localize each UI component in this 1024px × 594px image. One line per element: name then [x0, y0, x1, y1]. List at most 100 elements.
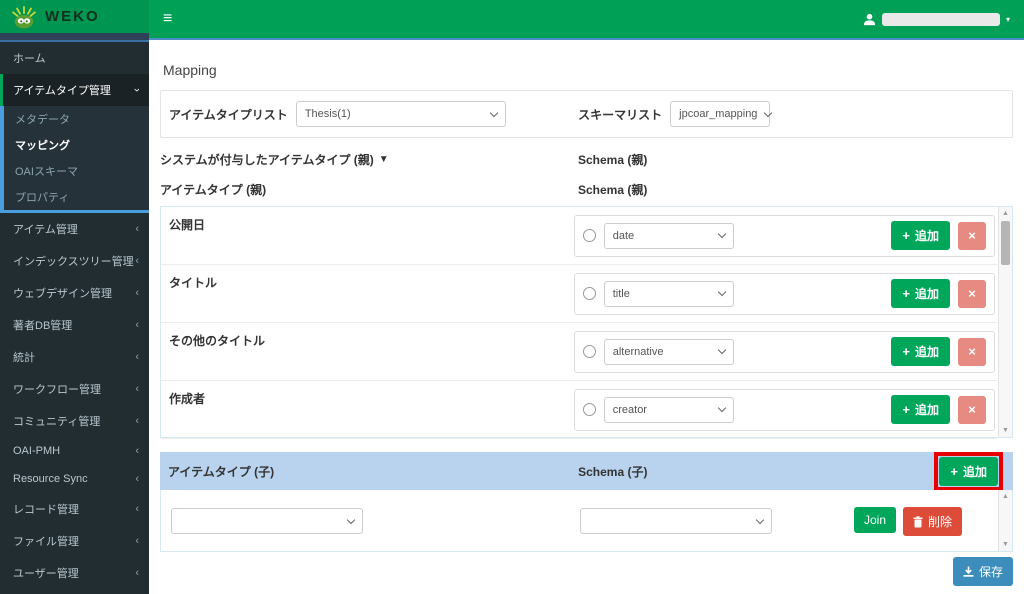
scroll-down-icon[interactable]: ▼ [999, 427, 1012, 434]
brand-text: WEKO [45, 8, 100, 25]
add-button[interactable]: + 追加 [891, 279, 950, 308]
scroll-down-icon[interactable]: ▼ [999, 541, 1012, 548]
weko-logo-icon [12, 5, 36, 28]
sidebar-item-label: 著者DB管理 [13, 320, 73, 332]
row-label: 作成者 [169, 392, 206, 406]
join-button[interactable]: Join [853, 507, 896, 533]
chevron-down-icon [764, 108, 773, 117]
schema-select[interactable]: title [603, 280, 734, 307]
add-button-label: 追加 [914, 345, 939, 359]
add-child-button-label: 追加 [962, 464, 987, 479]
sidebar-item-web-design[interactable]: ウェブデザイン管理 ‹ [0, 277, 149, 309]
mapping-row-title: タイトル title + 追加 × [161, 265, 997, 323]
add-button-label: 追加 [914, 287, 939, 301]
user-menu[interactable]: ▾ [863, 12, 1024, 26]
save-icon [963, 566, 974, 577]
chevron-left-icon: ‹ [135, 445, 139, 457]
itemtype-header-row: アイテムタイプ (親) Schema (親) [160, 181, 1013, 198]
schema-list-select[interactable]: jpcoar_mapping [670, 101, 773, 127]
item-type-list-value: Thesis(1) [304, 108, 351, 120]
chevron-down-icon [717, 345, 726, 355]
sidebar-item-label: ホーム [13, 53, 46, 65]
scrollbar[interactable]: ▲ ▼ [998, 207, 1012, 437]
sidebar-item-oai-pmh[interactable]: OAI-PMH ‹ [0, 437, 149, 465]
radio-button[interactable] [582, 403, 596, 416]
sidebar-item-index-tree[interactable]: インデックスツリー管理 ‹ [0, 245, 149, 277]
remove-button[interactable]: × [958, 337, 986, 366]
close-icon: × [968, 228, 976, 243]
sidebar-item-user-management[interactable]: ユーザー管理 ‹ [0, 557, 149, 589]
mapping-card: title + 追加 × [573, 272, 995, 315]
itemtype-child-select[interactable] [171, 508, 363, 534]
mapping-card: creator + 追加 × [573, 388, 995, 431]
schema-parent-header: Schema (親) [577, 153, 648, 167]
sidebar-item-label: アイテムタイプ管理 [13, 85, 111, 97]
chevron-left-icon: ‹ [135, 567, 139, 579]
sidebar-item-metadata[interactable]: メタデータ [4, 106, 149, 132]
schema-select[interactable]: creator [603, 396, 734, 423]
sidebar-item-label: プロパティ [15, 192, 70, 204]
schema-child-select[interactable] [579, 508, 772, 534]
sidebar-toggle-button[interactable]: ≡ [149, 10, 186, 28]
sidebar-item-item-management[interactable]: アイテム管理 ‹ [0, 213, 149, 245]
save-button[interactable]: 保存 [952, 557, 1013, 586]
add-button[interactable]: + 追加 [891, 337, 950, 366]
add-button-label: 追加 [914, 403, 939, 417]
delete-button[interactable]: 削除 [902, 507, 962, 536]
sidebar-item-home[interactable]: ホーム [0, 42, 149, 74]
item-type-list-select[interactable]: Thesis(1) [295, 101, 506, 127]
scrollbar[interactable]: ▲ ▼ [998, 490, 1012, 551]
sidebar-item-label: ウェブデザイン管理 [13, 288, 112, 300]
add-button[interactable]: + 追加 [891, 395, 950, 424]
sidebar-item-file-management[interactable]: ファイル管理 ‹ [0, 525, 149, 557]
sidebar-item-property[interactable]: プロパティ [4, 184, 149, 210]
sidebar-item-label: ユーザー管理 [13, 568, 79, 580]
child-section-body: Join 削除 ▲ ▼ [160, 490, 1013, 552]
sidebar-item-statistics[interactable]: 統計 ‹ [0, 341, 149, 373]
remove-button[interactable]: × [958, 279, 986, 308]
sidebar-item-label: レコード管理 [13, 504, 79, 516]
radio-button[interactable] [582, 345, 596, 358]
caret-down-icon: ▾ [1005, 14, 1010, 24]
mapping-row-alternative-title: その他のタイトル alternative + 追加 × [161, 323, 997, 381]
scrollbar-thumb[interactable] [1001, 221, 1010, 265]
schema-select-value: alternative [612, 345, 664, 358]
app-logo[interactable]: WEKO [0, 0, 149, 33]
scroll-up-icon[interactable]: ▲ [999, 493, 1012, 500]
mapping-row-creator: 作成者 creator + 追加 × [161, 381, 997, 439]
remove-button[interactable]: × [958, 395, 986, 424]
mapping-list: 公開日 date + 追加 × タイトル title + 追加 × その他のタイ… [160, 206, 1013, 439]
sidebar-item-mapping[interactable]: マッピング [4, 132, 149, 158]
row-label: その他のタイトル [169, 334, 266, 348]
close-icon: × [968, 344, 976, 359]
sidebar-item-workflow[interactable]: ワークフロー管理 ‹ [0, 373, 149, 405]
radio-button[interactable] [582, 229, 596, 242]
system-itemtype-toggle[interactable]: システムが付与したアイテムタイプ (親) ▼ [160, 151, 578, 168]
remove-button[interactable]: × [958, 221, 986, 250]
sidebar-item-community[interactable]: コミュニティ管理 ‹ [0, 405, 149, 437]
chevron-left-icon: ‹ [135, 255, 139, 267]
sidebar-item-resource-sync[interactable]: Resource Sync ‹ [0, 465, 149, 493]
schema-select[interactable]: alternative [603, 338, 734, 365]
sidebar-item-oai-schema[interactable]: OAIスキーマ [4, 158, 149, 184]
chevron-left-icon: ‹ [135, 319, 139, 331]
sidebar-item-settings[interactable]: 設定 ‹ [0, 589, 149, 594]
sidebar-item-itemtype-management[interactable]: アイテムタイプ管理 ‹ [0, 74, 149, 106]
item-type-list-label: アイテムタイプリスト [169, 107, 288, 122]
schema-list-label: スキーマリスト [578, 107, 663, 122]
itemtype-parent-label: アイテムタイプ (親) [160, 183, 267, 197]
sidebar-item-label: コミュニティ管理 [13, 416, 101, 428]
sidebar-item-label: OAI-PMH [13, 445, 61, 457]
schema-select-value: date [612, 229, 635, 242]
radio-button[interactable] [582, 287, 596, 300]
schema-select[interactable]: date [603, 222, 734, 249]
schema-parent-header-2: Schema (親) [577, 183, 648, 197]
sidebar-item-author-db[interactable]: 著者DB管理 ‹ [0, 309, 149, 341]
add-child-button[interactable]: + 追加 [939, 456, 998, 486]
schema-child-header: Schema (子) [578, 464, 648, 479]
mapping-card: date + 追加 × [573, 214, 995, 257]
scroll-up-icon[interactable]: ▲ [999, 210, 1012, 217]
add-button[interactable]: + 追加 [891, 221, 950, 250]
caret-down-icon: ▼ [378, 154, 389, 165]
sidebar-item-record-management[interactable]: レコード管理 ‹ [0, 493, 149, 525]
